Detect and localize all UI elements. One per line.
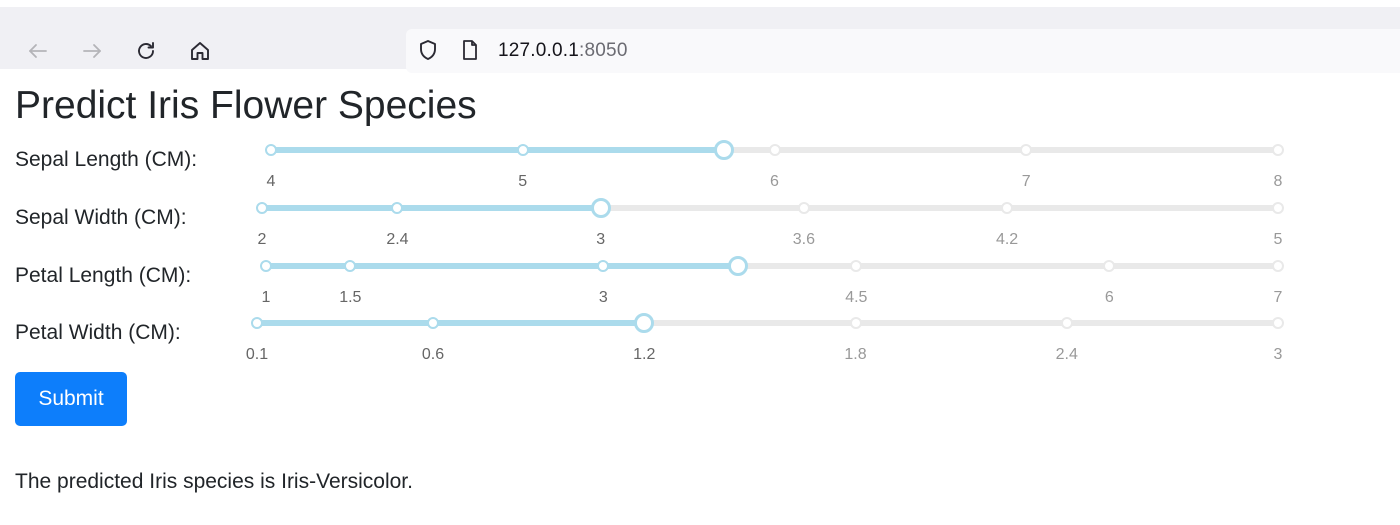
slider-mark-label[interactable]: 4 <box>267 173 276 191</box>
back-button[interactable] <box>24 37 52 65</box>
prediction-result: The predicted Iris species is Iris-Versi… <box>15 470 413 493</box>
slider-mark-dot[interactable] <box>597 260 610 272</box>
back-arrow-icon <box>29 44 47 58</box>
url-port: :8050 <box>579 40 628 61</box>
slider-mark-label[interactable]: 0.6 <box>422 346 444 364</box>
slider-mark-dot[interactable] <box>516 144 529 156</box>
slider-mark-dot[interactable] <box>1272 317 1284 329</box>
reload-button[interactable] <box>132 37 160 65</box>
slider-mark-dot[interactable] <box>344 260 357 272</box>
shield-icon[interactable] <box>416 38 440 62</box>
slider-mark-label[interactable]: 2.4 <box>1056 346 1078 364</box>
slider-mark-dot[interactable] <box>260 260 272 272</box>
slider-mark-label[interactable]: 2 <box>258 231 267 249</box>
slider-mark-dot[interactable] <box>797 202 810 214</box>
slider-handle[interactable] <box>634 313 655 333</box>
url-host: 127.0.0.1 <box>498 40 580 61</box>
slider-mark-label[interactable]: 5 <box>518 173 527 191</box>
slider-mark-dot[interactable] <box>1020 144 1033 156</box>
slider-mark-label[interactable]: 2.4 <box>386 231 408 249</box>
slider-mark-label[interactable]: 8 <box>1274 173 1283 191</box>
slider-mark-label[interactable]: 3.6 <box>793 231 815 249</box>
slider-track[interactable] <box>271 147 725 153</box>
slider-mark-label[interactable]: 3 <box>596 231 605 249</box>
slider-mark-dot[interactable] <box>1272 202 1284 214</box>
slider-mark-label[interactable]: 3 <box>599 289 608 307</box>
slider-track[interactable] <box>266 263 739 269</box>
page-title: Predict Iris Flower Species <box>15 84 477 127</box>
home-button[interactable] <box>186 37 214 65</box>
slider-mark-label[interactable]: 1.2 <box>633 346 655 364</box>
slider-mark-dot[interactable] <box>427 317 440 329</box>
url-text[interactable]: 127.0.0.1:8050 <box>498 40 628 62</box>
slider-mark-label[interactable]: 3 <box>1274 346 1283 364</box>
browser-top-strip <box>0 0 1400 7</box>
slider-mark-dot[interactable] <box>391 202 404 214</box>
slider-mark-dot[interactable] <box>265 144 277 156</box>
slider-handle[interactable] <box>728 256 749 276</box>
reload-icon <box>138 42 154 59</box>
browser-toolbar: 127.0.0.1:8050 <box>0 7 1400 73</box>
slider-mark-label[interactable]: 1 <box>262 289 271 307</box>
slider-mark-label[interactable]: 7 <box>1022 173 1031 191</box>
slider-label: Petal Length (CM): <box>15 264 192 287</box>
slider-track[interactable] <box>257 320 645 326</box>
slider-mark-dot[interactable] <box>1001 202 1014 214</box>
slider-label: Petal Width (CM): <box>15 321 181 344</box>
slider-mark-dot[interactable] <box>768 144 781 156</box>
slider-mark-dot[interactable] <box>1272 260 1284 272</box>
forward-arrow-icon <box>83 44 101 58</box>
slider-mark-label[interactable]: 5 <box>1274 231 1283 249</box>
slider-handle[interactable] <box>590 198 611 218</box>
slider-handle[interactable] <box>714 140 735 160</box>
slider-mark-label[interactable]: 4.5 <box>845 289 867 307</box>
slider-track[interactable] <box>262 205 601 211</box>
slider-label: Sepal Width (CM): <box>15 206 187 229</box>
slider-mark-label[interactable]: 6 <box>1105 289 1114 307</box>
slider-mark-label[interactable]: 0.1 <box>246 346 268 364</box>
slider-mark-dot[interactable] <box>1272 144 1284 156</box>
address-bar[interactable]: 127.0.0.1:8050 <box>406 29 1400 73</box>
slider-mark-label[interactable]: 1.5 <box>339 289 361 307</box>
home-icon <box>191 42 209 60</box>
slider-mark-label[interactable]: 4.2 <box>996 231 1018 249</box>
page-icon <box>463 40 477 60</box>
slider-mark-dot[interactable] <box>1103 260 1116 272</box>
slider-label: Sepal Length (CM): <box>15 148 198 171</box>
slider-mark-dot[interactable] <box>256 202 268 214</box>
forward-button[interactable] <box>78 37 106 65</box>
slider-mark-dot[interactable] <box>849 317 862 329</box>
slider-mark-dot[interactable] <box>850 260 863 272</box>
submit-button[interactable]: Submit <box>15 372 127 426</box>
slider-mark-dot[interactable] <box>251 317 263 329</box>
slider-mark-dot[interactable] <box>1060 317 1073 329</box>
slider-mark-label[interactable]: 6 <box>770 173 779 191</box>
slider-mark-label[interactable]: 7 <box>1274 289 1283 307</box>
slider-mark-label[interactable]: 1.8 <box>844 346 866 364</box>
